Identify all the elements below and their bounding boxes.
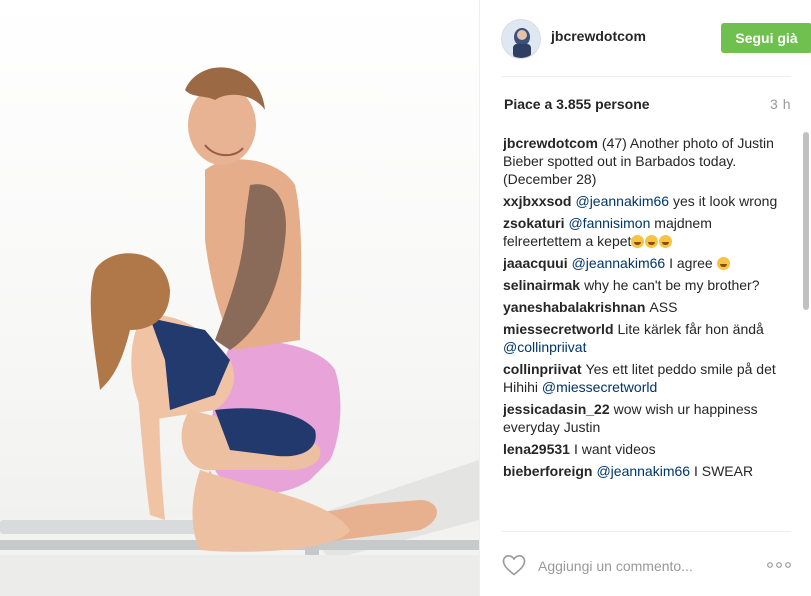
laughing-emoji-icon bbox=[631, 235, 645, 248]
comment-user[interactable]: jaaacquui bbox=[503, 255, 568, 271]
comment-user[interactable]: bieberforeign bbox=[503, 463, 592, 479]
post-username[interactable]: jbcrewdotcom bbox=[551, 28, 646, 44]
comments-list: jbcrewdotcom (47) Another photo of Justin… bbox=[503, 134, 778, 530]
comment-input[interactable] bbox=[538, 555, 748, 577]
comment: zsokaturi @fannisimon majdnem felreertett… bbox=[503, 214, 778, 250]
comment-text: I agree bbox=[669, 255, 713, 271]
post-header: jbcrewdotcom Segui già bbox=[501, 0, 811, 77]
comment-mention[interactable]: @miessecretworld bbox=[542, 379, 657, 395]
avatar-image bbox=[502, 20, 540, 58]
scrollbar-thumb[interactable] bbox=[803, 132, 809, 310]
comment-user[interactable]: zsokaturi bbox=[503, 215, 564, 231]
comment-text: Lite kärlek får hon ändå bbox=[617, 321, 764, 337]
comment-mention[interactable]: @jeannakim66 bbox=[575, 193, 669, 209]
comment: jaaacquui @jeannakim66 I agree bbox=[503, 254, 778, 272]
comment-text: ASS bbox=[649, 299, 678, 315]
comment-user[interactable]: jbcrewdotcom bbox=[503, 135, 598, 151]
comment-text: yes it look wrong bbox=[672, 193, 778, 209]
comment-mention[interactable]: @jeannakim66 bbox=[596, 463, 690, 479]
laughing-emoji-icon bbox=[716, 257, 730, 270]
comment: lena29531 I want videos bbox=[503, 440, 778, 458]
comment-user[interactable]: collinpriivat bbox=[503, 361, 582, 377]
comment-user[interactable]: yaneshabalakrishnan bbox=[503, 299, 645, 315]
comment: jessicadasin_22 wow wish ur happiness eve… bbox=[503, 400, 778, 436]
comment-caption: jbcrewdotcom (47) Another photo of Justin… bbox=[503, 134, 778, 188]
comment: selinairmak why he can't be my brother? bbox=[503, 276, 778, 294]
comment-user[interactable]: lena29531 bbox=[503, 441, 570, 457]
post-timestamp[interactable]: 3 h bbox=[770, 96, 791, 112]
comment-text: I SWEAR bbox=[693, 463, 754, 479]
comment: xxjbxxsod @jeannakim66 yes it look wrong bbox=[503, 192, 778, 210]
heart-icon[interactable] bbox=[502, 554, 526, 576]
following-button[interactable]: Segui già bbox=[721, 23, 811, 53]
comment-text: I want videos bbox=[573, 441, 656, 457]
comment: miessecretworld Lite kärlek får hon ändå … bbox=[503, 320, 778, 356]
post-photo[interactable] bbox=[0, 0, 479, 596]
laughing-emoji-icon bbox=[645, 235, 659, 248]
avatar[interactable] bbox=[501, 19, 541, 59]
comment: yaneshabalakrishnan ASS bbox=[503, 298, 778, 316]
comment-user[interactable]: miessecretworld bbox=[503, 321, 614, 337]
comment-user[interactable]: jessicadasin_22 bbox=[503, 401, 610, 417]
comment-user[interactable]: selinairmak bbox=[503, 277, 580, 293]
more-options-icon[interactable] bbox=[766, 555, 792, 575]
comment: collinpriivat Yes ett litet peddo smile p… bbox=[503, 360, 778, 396]
post-image bbox=[0, 67, 479, 596]
post-details-panel: jbcrewdotcom Segui già Piace a 3.855 per… bbox=[479, 0, 811, 596]
comment-text: why he can't be my brother? bbox=[584, 277, 760, 293]
comment-user[interactable]: xxjbxxsod bbox=[503, 193, 571, 209]
likes-row: Piace a 3.855 persone 3 h bbox=[501, 96, 791, 116]
laughing-emoji-icon bbox=[659, 235, 673, 248]
comment-footer bbox=[501, 531, 791, 596]
like-count[interactable]: Piace a 3.855 persone bbox=[504, 96, 650, 112]
comment-mention[interactable]: @collinpriivat bbox=[503, 339, 586, 355]
comment-mention[interactable]: @jeannakim66 bbox=[572, 255, 666, 271]
comment-mention[interactable]: @fannisimon bbox=[568, 215, 650, 231]
comments-scrollbar[interactable] bbox=[802, 130, 810, 528]
comment: bieberforeign @jeannakim66 I SWEAR bbox=[503, 462, 778, 480]
